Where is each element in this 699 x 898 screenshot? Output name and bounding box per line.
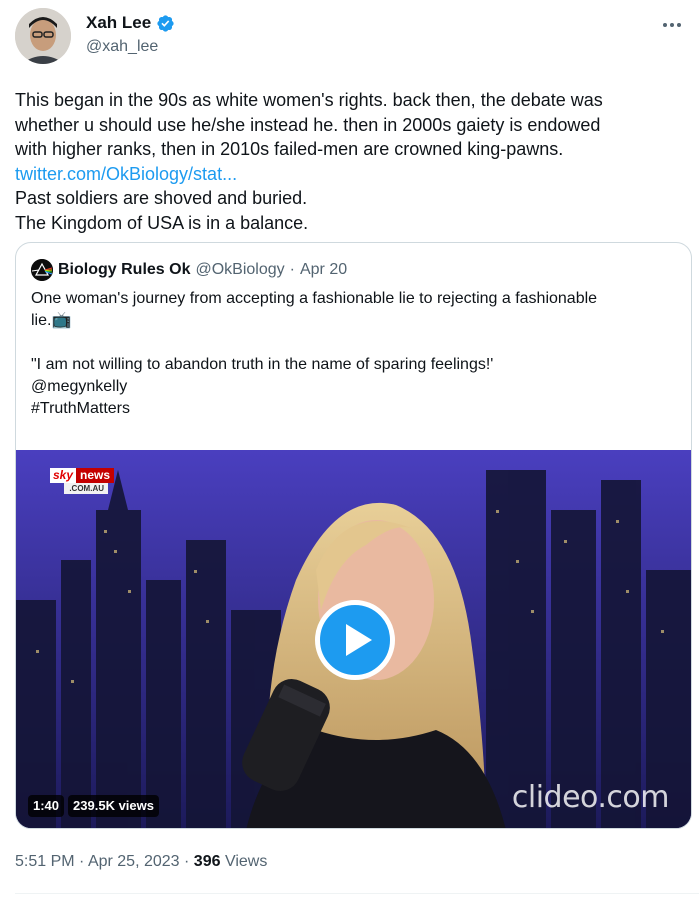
divider: [15, 893, 699, 894]
logo-sky-text: sky: [50, 468, 77, 483]
sky-news-logo: sky news .COM.AU: [50, 468, 115, 496]
video-duration: 1:40: [28, 795, 65, 817]
tweet-date[interactable]: Apr 25, 2023: [88, 853, 180, 870]
tweet-time[interactable]: 5:51 PM: [15, 853, 75, 870]
prism-logo-icon: [31, 259, 53, 281]
tweet-text: This began in the 90s as white women's r…: [15, 88, 685, 235]
play-button[interactable]: [315, 600, 395, 680]
tweet-link[interactable]: twitter.com/OkBiology/stat...: [15, 164, 237, 184]
quote-line: lie.📺: [31, 312, 72, 329]
footer-separator: ·: [79, 853, 85, 870]
views-count: 396: [193, 853, 221, 870]
logo-domain-text: .COM.AU: [64, 483, 108, 494]
tweet-footer: 5:51 PM · Apr 25, 2023 · 396 Views: [15, 853, 267, 871]
verified-badge-icon[interactable]: [156, 14, 175, 33]
video-player[interactable]: sky news .COM.AU 1:40 239.5K views clide…: [16, 450, 691, 828]
tweet-line: Past soldiers are shoved and buried.: [15, 188, 308, 208]
more-options-icon[interactable]: [657, 14, 687, 36]
tweet-line: This began in the 90s as white women's r…: [15, 90, 603, 110]
avatar-photo: [15, 8, 71, 64]
quote-avatar[interactable]: [31, 259, 53, 281]
author-display-name[interactable]: Xah Lee: [86, 13, 151, 33]
quote-line: "I am not willing to abandon truth in th…: [31, 356, 494, 373]
quote-mention[interactable]: @megynkelly: [31, 376, 681, 398]
quote-text: One woman's journey from accepting a fas…: [31, 288, 681, 420]
quote-hashtag[interactable]: #TruthMatters: [31, 398, 681, 420]
views-label: Views: [224, 853, 268, 870]
quoted-tweet[interactable]: Biology Rules Ok @OkBiology · Apr 20 One…: [15, 242, 692, 829]
footer-separator: ·: [184, 853, 190, 870]
tweet-line: with higher ranks, then in 2010s failed-…: [15, 139, 564, 159]
quote-separator: ·: [289, 261, 295, 278]
tweet-line: The Kingdom of USA is in a balance.: [15, 212, 309, 233]
video-views: 239.5K views: [68, 795, 159, 817]
author-handle[interactable]: @xah_lee: [86, 38, 158, 56]
quote-date[interactable]: Apr 20: [300, 261, 347, 279]
watermark-text: clideo.com: [511, 780, 670, 815]
quote-line: One woman's journey from accepting a fas…: [31, 290, 598, 307]
quote-handle[interactable]: @OkBiology: [195, 261, 284, 279]
play-icon: [346, 624, 372, 656]
quote-display-name[interactable]: Biology Rules Ok: [58, 261, 190, 279]
logo-news-text: news: [76, 468, 115, 483]
avatar[interactable]: [15, 8, 71, 64]
tweet-line: whether u should use he/she instead he. …: [15, 114, 601, 135]
